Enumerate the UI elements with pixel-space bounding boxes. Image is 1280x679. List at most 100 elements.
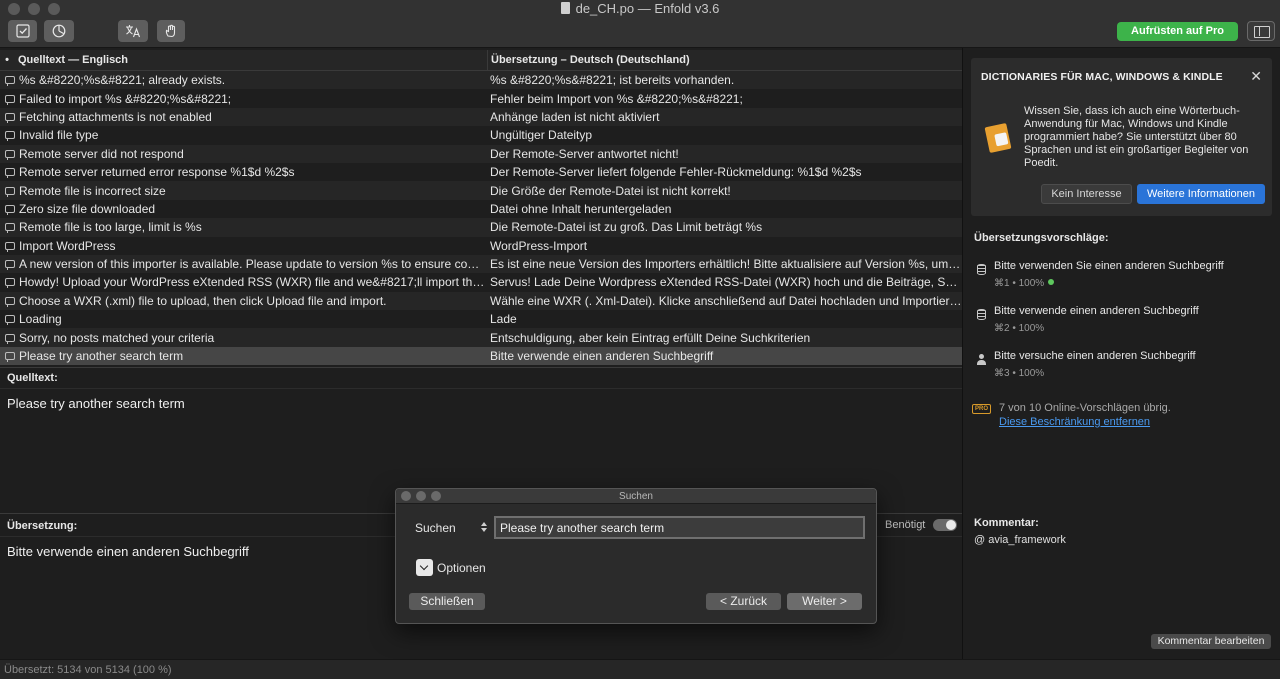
promo-text: Wissen Sie, dass ich auch eine Wörterbuc… (1024, 105, 1249, 169)
source-cell: Sorry, no posts matched your criteria (19, 330, 215, 345)
remove-limit-link[interactable]: Diese Beschränkung entfernen (999, 416, 1150, 428)
comment-icon (0, 186, 19, 197)
table-row[interactable]: Failed to import %s &#8220;%s&#8221; Fehl… (0, 89, 962, 108)
dialog-minimize-button[interactable] (416, 491, 426, 501)
pro-badge: PRO (972, 404, 991, 414)
pretranslate-button[interactable] (118, 20, 148, 42)
dialog-close-button[interactable] (401, 491, 411, 501)
translation-label: Übersetzung: (7, 520, 78, 532)
source-cell: Please try another search term (19, 349, 184, 364)
source-cell: Remote file is too large, limit is %s (19, 220, 202, 235)
table-row[interactable]: Fetching attachments is not enabled Anhän… (0, 107, 962, 127)
translation-cell: WordPress-Import (490, 238, 588, 253)
statistics-button[interactable] (44, 20, 74, 42)
source-cell: %s &#8220;%s&#8221; already exists. (19, 73, 226, 88)
comment-icon (0, 352, 19, 363)
table-row[interactable]: Please try another search term Bitte verw… (0, 346, 962, 366)
translation-text-area[interactable]: Bitte verwende einen anderen Suchbegriff (7, 544, 249, 559)
promo-title: DICTIONARIES FÜR MAC, WINDOWS & KINDLE (981, 71, 1223, 83)
comment-text: @ avia_framework (974, 534, 1066, 546)
database-icon (977, 309, 986, 320)
table-row[interactable]: Choose a WXR (.xml) file to upload, then… (0, 291, 962, 311)
source-text: Please try another search term (7, 396, 185, 411)
search-mode-stepper-icon[interactable] (480, 519, 488, 535)
translate-icon (126, 25, 141, 38)
speech-bubble-icon (4, 94, 15, 105)
table-row[interactable]: A new version of this importer is availa… (0, 254, 962, 274)
speech-bubble-icon (4, 149, 15, 160)
sidebar-toggle-button[interactable] (1247, 21, 1275, 41)
column-header-source[interactable]: Quelltext — Englisch (14, 50, 488, 70)
speech-bubble-icon (4, 223, 15, 234)
dialog-window-controls (401, 491, 441, 501)
no-interest-button[interactable]: Kein Interesse (1041, 184, 1132, 204)
find-dialog: Suchen Suchen Optionen Schließen < Zurüc… (395, 488, 877, 624)
speech-bubble-icon (4, 278, 15, 289)
comment-icon (0, 168, 19, 179)
translation-cell: Die Größe der Remote-Datei ist nicht kor… (490, 183, 731, 198)
translation-cell: Es ist eine neue Version des Importers e… (490, 257, 962, 272)
status-bar: Übersetzt: 5134 von 5134 (100 %) (0, 659, 1280, 679)
table-row[interactable]: Sorry, no posts matched your criteria Ent… (0, 328, 962, 347)
dialog-title: Suchen (619, 491, 653, 502)
comment-icon (0, 333, 19, 344)
close-button[interactable]: Schließen (409, 593, 485, 610)
source-cell: Howdy! Upload your WordPress eXtended RS… (19, 275, 490, 290)
pane-divider[interactable] (0, 367, 962, 368)
table-row[interactable]: Remote file is incorrect size Die Größe d… (0, 181, 962, 200)
column-header-translation[interactable]: Übersetzung – Deutsch (Deutschland) (488, 50, 962, 70)
comment-label: Kommentar: (974, 517, 1039, 529)
needs-work-button[interactable] (157, 20, 185, 42)
upgrade-to-pro-button[interactable]: Aufrüsten auf Pro (1117, 22, 1238, 41)
dialog-title-bar[interactable]: Suchen (396, 489, 876, 504)
person-icon (977, 354, 986, 365)
translation-cell: Fehler beim Import von %s &#8220;%s&#822… (490, 91, 743, 106)
translation-cell: Entschuldigung, aber kein Eintrag erfüll… (490, 330, 811, 345)
needs-work-label: Benötigt (885, 519, 926, 531)
validate-button[interactable] (8, 20, 37, 42)
source-cell: Fetching attachments is not enabled (19, 109, 212, 124)
table-row[interactable]: Remote server returned error response %1… (0, 162, 962, 182)
comment-icon (0, 315, 19, 326)
comment-icon (0, 76, 19, 87)
search-mode-label[interactable]: Suchen (415, 521, 456, 535)
table-row[interactable]: Remote file is too large, limit is %s Die… (0, 218, 962, 237)
table-row[interactable]: Zero size file downloaded Datei ohne Inha… (0, 199, 962, 219)
close-icon[interactable]: ✕ (1250, 68, 1262, 85)
previous-button[interactable]: < Zurück (706, 593, 781, 610)
search-input[interactable] (494, 516, 865, 539)
dialog-zoom-button[interactable] (431, 491, 441, 501)
comment-icon (0, 131, 19, 142)
dictionary-app-icon (984, 122, 1012, 154)
translation-cell: Datei ohne Inhalt heruntergeladen (490, 201, 672, 216)
table-row[interactable]: %s &#8220;%s&#8221; already exists. %s &#… (0, 71, 962, 90)
table-row[interactable]: Import WordPress WordPress-Import (0, 236, 962, 255)
options-disclosure-button[interactable] (416, 559, 433, 576)
table-row[interactable]: Invalid file type Ungültiger Dateityp (0, 126, 962, 145)
source-cell: Loading (19, 312, 62, 327)
source-cell: Remote server did not respond (19, 146, 184, 161)
speech-bubble-icon (4, 168, 15, 179)
table-body: %s &#8220;%s&#8221; already exists. %s &#… (0, 71, 962, 366)
comment-icon (0, 112, 19, 123)
translation-cell: Lade (490, 312, 517, 327)
table-row[interactable]: Howdy! Upload your WordPress eXtended RS… (0, 273, 962, 292)
translation-cell: Wähle eine WXR (. Xml-Datei). Klicke ans… (490, 293, 962, 308)
more-info-button[interactable]: Weitere Informationen (1137, 184, 1265, 204)
next-button[interactable]: Weiter > (787, 593, 862, 610)
edit-comment-button[interactable]: Kommentar bearbeiten (1151, 634, 1271, 649)
source-label: Quelltext: (7, 372, 58, 384)
translation-cell: Ungültiger Dateityp (490, 128, 593, 143)
stats-icon (52, 24, 66, 38)
suggestion-text: Bitte verwenden Sie einen anderen Suchbe… (994, 260, 1224, 272)
table-row[interactable]: Loading Lade (0, 310, 962, 329)
table-row[interactable]: Remote server did not respond Der Remote-… (0, 144, 962, 163)
speech-bubble-icon (4, 204, 15, 215)
options-label[interactable]: Optionen (437, 561, 486, 575)
translation-cell: Die Remote-Datei ist zu groß. Das Limit … (490, 220, 763, 235)
speech-bubble-icon (4, 241, 15, 252)
source-cell: Remote file is incorrect size (19, 183, 166, 198)
comment-icon (0, 241, 19, 252)
source-cell: Choose a WXR (.xml) file to upload, then… (19, 293, 387, 308)
needs-work-toggle[interactable] (933, 519, 957, 531)
